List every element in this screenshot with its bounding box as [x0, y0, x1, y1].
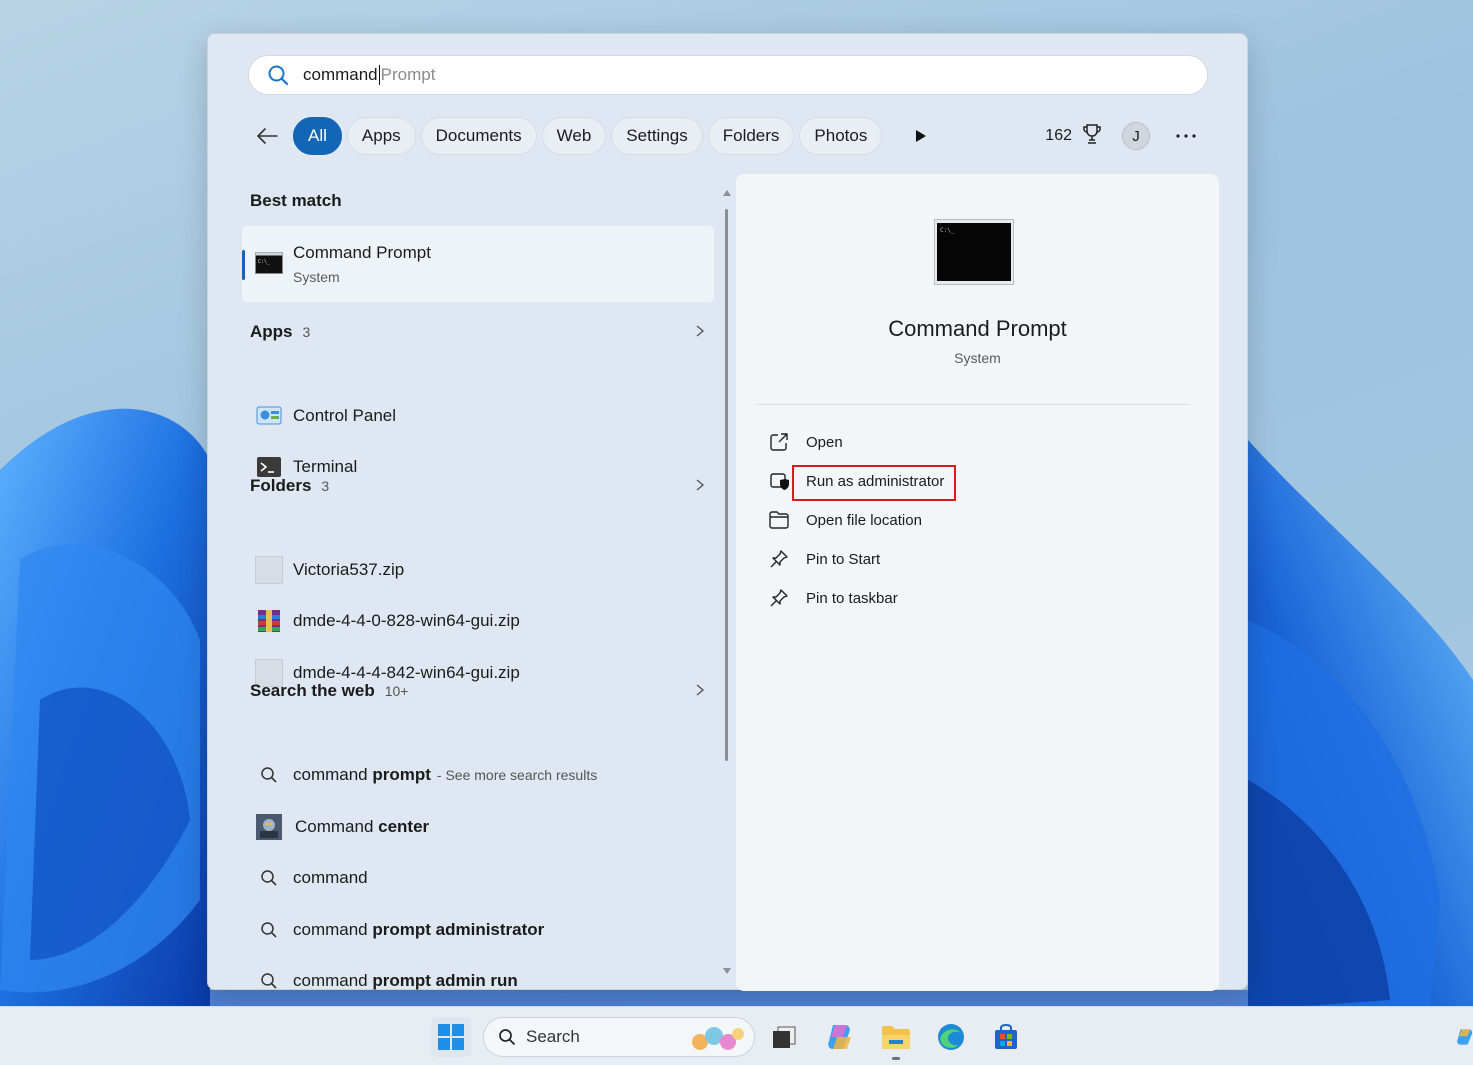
microsoft-store-button[interactable] — [988, 1019, 1024, 1055]
taskbar: Search — [0, 1006, 1473, 1065]
chevron-right-icon — [696, 479, 705, 491]
copilot-icon — [828, 1025, 851, 1049]
detail-divider — [756, 404, 1190, 405]
chevron-right-icon — [696, 684, 705, 696]
file-explorer-icon — [882, 1026, 910, 1049]
best-match-heading: Best match — [250, 191, 342, 210]
windows-logo-icon — [438, 1024, 464, 1050]
detail-pane: C:\_ Command Prompt System Open Run as a… — [736, 174, 1219, 991]
running-app-indicator — [892, 1057, 900, 1060]
more-options-icon[interactable] — [1174, 124, 1198, 148]
rewards-trophy-icon[interactable] — [1082, 123, 1102, 150]
chevron-right-icon — [696, 325, 705, 337]
tab-all[interactable]: All — [293, 117, 342, 155]
search-icon — [499, 1029, 516, 1046]
rewards-and-account: 162 J — [1045, 116, 1208, 156]
svg-text:C:\_: C:\_ — [258, 259, 271, 265]
task-view-button[interactable] — [766, 1019, 802, 1055]
search-icon — [268, 65, 289, 86]
tray-partial-icon[interactable] — [1455, 1019, 1473, 1055]
filter-bar: All Apps Documents Web Settings Folders … — [248, 116, 1208, 156]
pin-icon — [768, 587, 790, 609]
tab-photos[interactable]: Photos — [799, 117, 883, 155]
tab-folders[interactable]: Folders — [707, 117, 795, 155]
command-prompt-large-icon: C:\_ — [934, 219, 1014, 285]
annotation-highlight-box — [792, 465, 956, 501]
account-avatar[interactable]: J — [1122, 122, 1150, 150]
search-highlight-art-icon — [692, 1027, 744, 1050]
search-input[interactable]: command Prompt — [248, 55, 1208, 95]
action-open-file-location[interactable]: Open file location — [768, 505, 1068, 535]
blank-file-icon — [255, 556, 283, 584]
open-external-icon — [768, 431, 790, 453]
file-explorer-button[interactable] — [878, 1019, 914, 1055]
tab-apps[interactable]: Apps — [346, 117, 416, 155]
apps-section-heading[interactable]: Apps 3 — [250, 317, 705, 347]
results-scrollbar[interactable] — [723, 189, 731, 979]
back-arrow-icon[interactable] — [252, 121, 282, 151]
edge-browser-button[interactable] — [933, 1019, 969, 1055]
tab-settings[interactable]: Settings — [611, 117, 703, 155]
search-autocomplete-hint: Prompt — [380, 65, 436, 84]
search-icon — [255, 967, 283, 995]
action-pin-to-start[interactable]: Pin to Start — [768, 544, 1068, 574]
pin-icon — [768, 548, 790, 570]
text-caret — [378, 65, 380, 85]
control-panel-icon — [255, 402, 283, 430]
scroll-up-arrow-icon[interactable] — [723, 189, 731, 197]
action-pin-to-taskbar[interactable]: Pin to taskbar — [768, 583, 1068, 613]
task-view-icon — [773, 1026, 796, 1048]
copilot-button[interactable] — [822, 1019, 858, 1055]
scroll-down-arrow-icon[interactable] — [723, 967, 731, 975]
winrar-archive-icon — [255, 607, 283, 635]
action-open[interactable]: Open — [768, 427, 1068, 457]
start-search-panel: command Prompt All Apps Documents Web Se… — [207, 33, 1248, 991]
start-button[interactable] — [431, 1017, 471, 1057]
best-match-name: Command Prompt — [293, 243, 431, 262]
command-prompt-icon: C:\_ — [255, 252, 283, 279]
search-typed-text: command — [303, 65, 378, 84]
detail-subtitle: System — [954, 350, 1001, 366]
web-suggestion[interactable]: command prompt - See more search results — [242, 752, 714, 798]
list-item-folder[interactable]: Victoria537.zip — [242, 547, 714, 593]
search-icon — [255, 864, 283, 892]
best-match-item[interactable]: C:\_ Command Prompt System — [242, 226, 714, 302]
results-list: Best match C:\_ Command Prompt System Ap… — [242, 184, 714, 990]
store-icon — [995, 1023, 1017, 1049]
search-icon — [255, 916, 283, 944]
search-web-heading[interactable]: Search the web 10+ — [250, 676, 705, 706]
more-filters-play-icon[interactable] — [907, 122, 935, 150]
web-suggestion[interactable]: Command center — [242, 804, 714, 850]
web-suggestion[interactable]: command — [242, 855, 714, 901]
copilot-tray-icon — [1457, 1029, 1473, 1045]
tab-documents[interactable]: Documents — [420, 117, 537, 155]
detail-title: Command Prompt — [888, 316, 1067, 341]
tab-web[interactable]: Web — [541, 117, 607, 155]
edge-icon — [938, 1024, 964, 1050]
command-center-thumbnail-icon — [255, 813, 283, 841]
list-item-folder[interactable]: dmde-4-4-0-828-win64-gui.zip — [242, 598, 714, 644]
best-match-type: System — [293, 269, 340, 285]
folder-icon — [768, 509, 790, 531]
svg-text:C:\_: C:\_ — [940, 227, 955, 234]
folders-section-heading[interactable]: Folders 3 — [250, 471, 705, 501]
rewards-points: 162 — [1045, 127, 1072, 144]
web-suggestion[interactable]: command prompt administrator — [242, 907, 714, 953]
selection-indicator — [242, 250, 245, 280]
taskbar-search-box[interactable]: Search — [483, 1017, 755, 1057]
admin-shield-icon — [768, 470, 790, 492]
scrollbar-thumb[interactable] — [725, 209, 728, 761]
web-suggestion[interactable]: command prompt admin run — [242, 958, 714, 1004]
list-item-control-panel[interactable]: Control Panel — [242, 393, 714, 439]
search-icon — [255, 761, 283, 789]
